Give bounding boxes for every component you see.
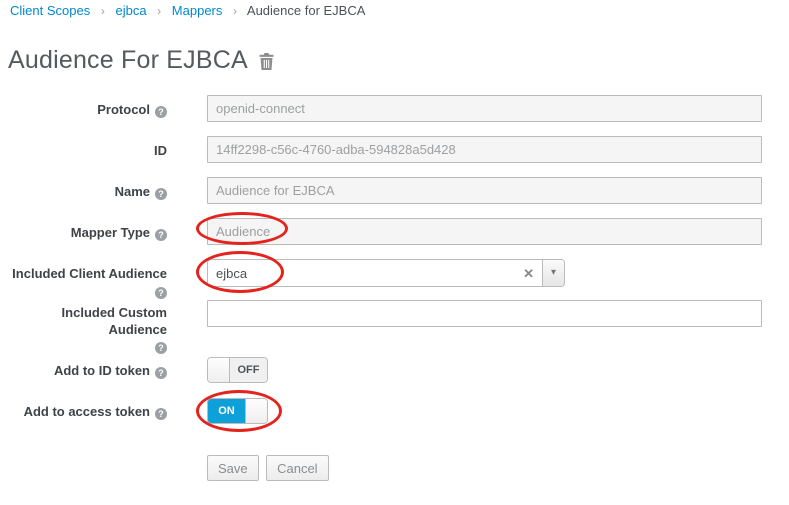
toggle-handle [208, 358, 230, 382]
toggle-handle [245, 399, 267, 423]
form-row-protocol: Protocol? [0, 95, 789, 122]
page: Client Scopes › ejbca › Mappers › Audien… [0, 0, 789, 505]
add-to-access-token-label: Add to access token? [0, 398, 167, 424]
included-client-audience-combobox: ✕ ▾ [207, 259, 565, 287]
id-input [207, 136, 762, 163]
help-icon[interactable]: ? [155, 287, 167, 299]
name-input [207, 177, 762, 204]
included-custom-audience-label: Included Custom Audience ? [0, 300, 167, 354]
help-icon[interactable]: ? [155, 188, 167, 200]
add-to-access-token-toggle[interactable]: ON [207, 398, 268, 424]
form-row-included-custom-audience: Included Custom Audience ? [0, 300, 789, 354]
chevron-down-icon: ▾ [551, 268, 556, 278]
form-row-add-to-access-token: Add to access token? ON [0, 398, 789, 424]
breadcrumb-separator: › [94, 4, 112, 18]
page-title-text: Audience For EJBCA [8, 46, 248, 75]
trash-icon[interactable] [258, 50, 275, 71]
form-row-id: ID [0, 136, 789, 163]
dropdown-button[interactable]: ▾ [542, 260, 564, 286]
toggle-state-label: ON [208, 399, 245, 423]
included-custom-audience-input[interactable] [207, 300, 762, 327]
help-icon[interactable]: ? [155, 367, 167, 379]
protocol-input [207, 95, 762, 122]
breadcrumb-client-scopes[interactable]: Client Scopes [10, 3, 90, 18]
breadcrumb-current: Audience for EJBCA [247, 3, 366, 18]
help-icon[interactable]: ? [155, 106, 167, 118]
id-label: ID [0, 136, 167, 163]
cancel-button[interactable]: Cancel [266, 455, 328, 481]
breadcrumb-separator: › [150, 4, 168, 18]
form-row-actions: Save Cancel [0, 455, 789, 481]
add-to-id-token-toggle[interactable]: OFF [207, 357, 268, 383]
included-client-audience-label: Included Client Audience? [0, 259, 167, 299]
name-label: Name? [0, 177, 167, 204]
breadcrumb-separator: › [226, 4, 244, 18]
included-client-audience-input[interactable] [208, 260, 519, 286]
mapper-type-label: Mapper Type? [0, 218, 167, 245]
clear-icon[interactable]: ✕ [519, 267, 542, 280]
form-row-mapper-type: Mapper Type? [0, 218, 789, 245]
form-row-name: Name? [0, 177, 789, 204]
form-row-add-to-id-token: Add to ID token? OFF [0, 357, 789, 383]
toggle-state-label: OFF [230, 358, 267, 382]
add-to-id-token-label: Add to ID token? [0, 357, 167, 383]
breadcrumb-ejbca[interactable]: ejbca [115, 3, 146, 18]
help-icon[interactable]: ? [155, 408, 167, 420]
breadcrumb-mappers[interactable]: Mappers [172, 3, 223, 18]
save-button[interactable]: Save [207, 455, 259, 481]
help-icon[interactable]: ? [155, 229, 167, 241]
mapper-type-input [207, 218, 762, 245]
page-title: Audience For EJBCA [8, 46, 275, 75]
breadcrumb: Client Scopes › ejbca › Mappers › Audien… [10, 2, 365, 20]
protocol-label: Protocol? [0, 95, 167, 122]
help-icon[interactable]: ? [155, 342, 167, 354]
form-row-included-client-audience: Included Client Audience? ✕ ▾ [0, 259, 789, 299]
